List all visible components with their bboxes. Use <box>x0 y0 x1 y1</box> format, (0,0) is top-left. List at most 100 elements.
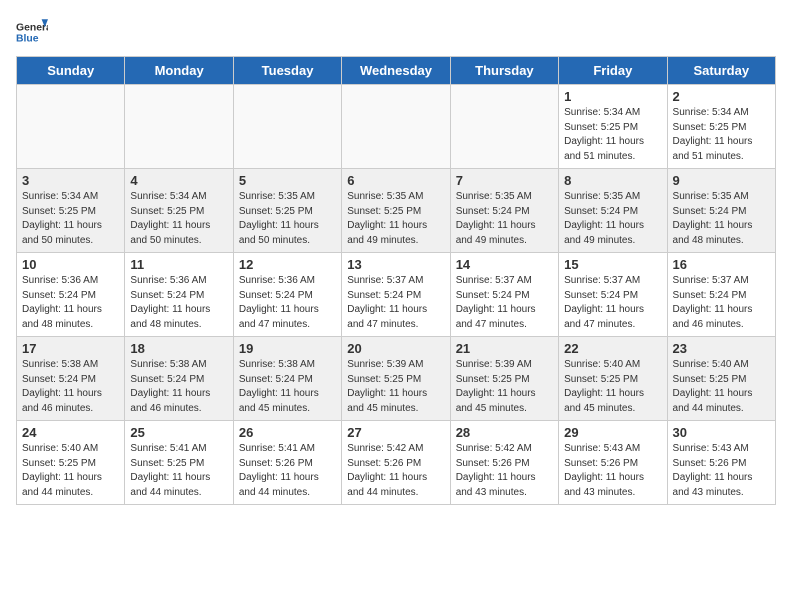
calendar-day-cell: 8 Sunrise: 5:35 AMSunset: 5:24 PMDaylight… <box>559 169 667 253</box>
day-info: Sunrise: 5:42 AMSunset: 5:26 PMDaylight:… <box>456 442 553 500</box>
page-header: General Blue <box>16 16 776 48</box>
day-info: Sunrise: 5:39 AMSunset: 5:25 PMDaylight:… <box>456 358 553 416</box>
day-number: 23 <box>673 341 770 356</box>
day-info: Sunrise: 5:35 AMSunset: 5:25 PMDaylight:… <box>239 190 336 248</box>
weekday-header-wednesday: Wednesday <box>342 57 450 85</box>
calendar-week-row: 3 Sunrise: 5:34 AMSunset: 5:25 PMDaylight… <box>17 169 776 253</box>
day-number: 28 <box>456 425 553 440</box>
day-number: 18 <box>130 341 227 356</box>
day-number: 16 <box>673 257 770 272</box>
calendar-day-cell: 4 Sunrise: 5:34 AMSunset: 5:25 PMDaylight… <box>125 169 233 253</box>
day-info: Sunrise: 5:35 AMSunset: 5:25 PMDaylight:… <box>347 190 444 248</box>
day-info: Sunrise: 5:35 AMSunset: 5:24 PMDaylight:… <box>673 190 770 248</box>
calendar-header-row: SundayMondayTuesdayWednesdayThursdayFrid… <box>17 57 776 85</box>
day-info: Sunrise: 5:37 AMSunset: 5:24 PMDaylight:… <box>673 274 770 332</box>
calendar-day-cell: 26 Sunrise: 5:41 AMSunset: 5:26 PMDayligh… <box>233 421 341 505</box>
day-number: 26 <box>239 425 336 440</box>
day-number: 2 <box>673 89 770 104</box>
day-number: 12 <box>239 257 336 272</box>
calendar-table: SundayMondayTuesdayWednesdayThursdayFrid… <box>16 56 776 505</box>
calendar-day-cell: 27Sunrise: 5:42 AMSunset: 5:26 PMDayligh… <box>342 421 450 505</box>
calendar-day-cell: 3 Sunrise: 5:34 AMSunset: 5:25 PMDaylight… <box>17 169 125 253</box>
calendar-day-cell <box>233 85 341 169</box>
day-number: 5 <box>239 173 336 188</box>
day-number: 15 <box>564 257 661 272</box>
day-number: 20 <box>347 341 444 356</box>
calendar-day-cell: 12Sunrise: 5:36 AMSunset: 5:24 PMDayligh… <box>233 253 341 337</box>
day-number: 14 <box>456 257 553 272</box>
day-info: Sunrise: 5:37 AMSunset: 5:24 PMDaylight:… <box>347 274 444 332</box>
svg-text:Blue: Blue <box>16 34 39 45</box>
calendar-day-cell: 17 Sunrise: 5:38 AMSunset: 5:24 PMDayligh… <box>17 337 125 421</box>
calendar-day-cell: 6 Sunrise: 5:35 AMSunset: 5:25 PMDaylight… <box>342 169 450 253</box>
day-number: 9 <box>673 173 770 188</box>
day-number: 24 <box>22 425 119 440</box>
day-info: Sunrise: 5:38 AMSunset: 5:24 PMDaylight:… <box>22 358 119 416</box>
weekday-header-tuesday: Tuesday <box>233 57 341 85</box>
day-info: Sunrise: 5:42 AMSunset: 5:26 PMDaylight:… <box>347 442 444 500</box>
calendar-day-cell: 23 Sunrise: 5:40 AMSunset: 5:25 PMDayligh… <box>667 337 775 421</box>
day-info: Sunrise: 5:39 AMSunset: 5:25 PMDaylight:… <box>347 358 444 416</box>
calendar-day-cell: 10Sunrise: 5:36 AMSunset: 5:24 PMDayligh… <box>17 253 125 337</box>
day-info: Sunrise: 5:43 AMSunset: 5:26 PMDaylight:… <box>564 442 661 500</box>
day-info: Sunrise: 5:34 AMSunset: 5:25 PMDaylight:… <box>673 106 770 164</box>
weekday-header-saturday: Saturday <box>667 57 775 85</box>
calendar-day-cell <box>125 85 233 169</box>
weekday-header-thursday: Thursday <box>450 57 558 85</box>
day-info: Sunrise: 5:43 AMSunset: 5:26 PMDaylight:… <box>673 442 770 500</box>
calendar-day-cell <box>342 85 450 169</box>
day-number: 29 <box>564 425 661 440</box>
day-info: Sunrise: 5:37 AMSunset: 5:24 PMDaylight:… <box>456 274 553 332</box>
day-number: 6 <box>347 173 444 188</box>
calendar-day-cell: 15 Sunrise: 5:37 AMSunset: 5:24 PMDayligh… <box>559 253 667 337</box>
day-number: 1 <box>564 89 661 104</box>
weekday-header-sunday: Sunday <box>17 57 125 85</box>
weekday-header-monday: Monday <box>125 57 233 85</box>
day-info: Sunrise: 5:36 AMSunset: 5:24 PMDaylight:… <box>22 274 119 332</box>
day-number: 19 <box>239 341 336 356</box>
day-number: 4 <box>130 173 227 188</box>
day-number: 17 <box>22 341 119 356</box>
calendar-day-cell: 7 Sunrise: 5:35 AMSunset: 5:24 PMDaylight… <box>450 169 558 253</box>
day-info: Sunrise: 5:40 AMSunset: 5:25 PMDaylight:… <box>22 442 119 500</box>
logo: General Blue <box>16 16 52 48</box>
calendar-day-cell: 21 Sunrise: 5:39 AMSunset: 5:25 PMDayligh… <box>450 337 558 421</box>
calendar-day-cell: 13 Sunrise: 5:37 AMSunset: 5:24 PMDayligh… <box>342 253 450 337</box>
calendar-day-cell <box>17 85 125 169</box>
day-number: 22 <box>564 341 661 356</box>
calendar-week-row: 17 Sunrise: 5:38 AMSunset: 5:24 PMDayligh… <box>17 337 776 421</box>
day-number: 8 <box>564 173 661 188</box>
day-info: Sunrise: 5:38 AMSunset: 5:24 PMDaylight:… <box>130 358 227 416</box>
day-info: Sunrise: 5:34 AMSunset: 5:25 PMDaylight:… <box>22 190 119 248</box>
svg-text:General: General <box>16 22 48 33</box>
day-number: 11 <box>130 257 227 272</box>
day-info: Sunrise: 5:37 AMSunset: 5:24 PMDaylight:… <box>564 274 661 332</box>
day-number: 3 <box>22 173 119 188</box>
calendar-day-cell: 22 Sunrise: 5:40 AMSunset: 5:25 PMDayligh… <box>559 337 667 421</box>
day-info: Sunrise: 5:36 AMSunset: 5:24 PMDaylight:… <box>130 274 227 332</box>
day-number: 21 <box>456 341 553 356</box>
day-info: Sunrise: 5:41 AMSunset: 5:26 PMDaylight:… <box>239 442 336 500</box>
calendar-week-row: 1 Sunrise: 5:34 AMSunset: 5:25 PMDaylight… <box>17 85 776 169</box>
logo-icon: General Blue <box>16 16 48 48</box>
calendar-day-cell: 18 Sunrise: 5:38 AMSunset: 5:24 PMDayligh… <box>125 337 233 421</box>
calendar-week-row: 24 Sunrise: 5:40 AMSunset: 5:25 PMDayligh… <box>17 421 776 505</box>
calendar-day-cell: 29 Sunrise: 5:43 AMSunset: 5:26 PMDayligh… <box>559 421 667 505</box>
day-number: 7 <box>456 173 553 188</box>
day-info: Sunrise: 5:41 AMSunset: 5:25 PMDaylight:… <box>130 442 227 500</box>
day-info: Sunrise: 5:35 AMSunset: 5:24 PMDaylight:… <box>456 190 553 248</box>
weekday-header-friday: Friday <box>559 57 667 85</box>
calendar-day-cell: 20 Sunrise: 5:39 AMSunset: 5:25 PMDayligh… <box>342 337 450 421</box>
day-info: Sunrise: 5:34 AMSunset: 5:25 PMDaylight:… <box>130 190 227 248</box>
calendar-day-cell: 25Sunrise: 5:41 AMSunset: 5:25 PMDayligh… <box>125 421 233 505</box>
day-info: Sunrise: 5:34 AMSunset: 5:25 PMDaylight:… <box>564 106 661 164</box>
day-number: 13 <box>347 257 444 272</box>
day-info: Sunrise: 5:40 AMSunset: 5:25 PMDaylight:… <box>564 358 661 416</box>
day-info: Sunrise: 5:40 AMSunset: 5:25 PMDaylight:… <box>673 358 770 416</box>
day-info: Sunrise: 5:35 AMSunset: 5:24 PMDaylight:… <box>564 190 661 248</box>
calendar-day-cell: 14 Sunrise: 5:37 AMSunset: 5:24 PMDayligh… <box>450 253 558 337</box>
calendar-day-cell: 9 Sunrise: 5:35 AMSunset: 5:24 PMDaylight… <box>667 169 775 253</box>
calendar-day-cell: 1 Sunrise: 5:34 AMSunset: 5:25 PMDaylight… <box>559 85 667 169</box>
day-info: Sunrise: 5:38 AMSunset: 5:24 PMDaylight:… <box>239 358 336 416</box>
calendar-day-cell: 30Sunrise: 5:43 AMSunset: 5:26 PMDayligh… <box>667 421 775 505</box>
